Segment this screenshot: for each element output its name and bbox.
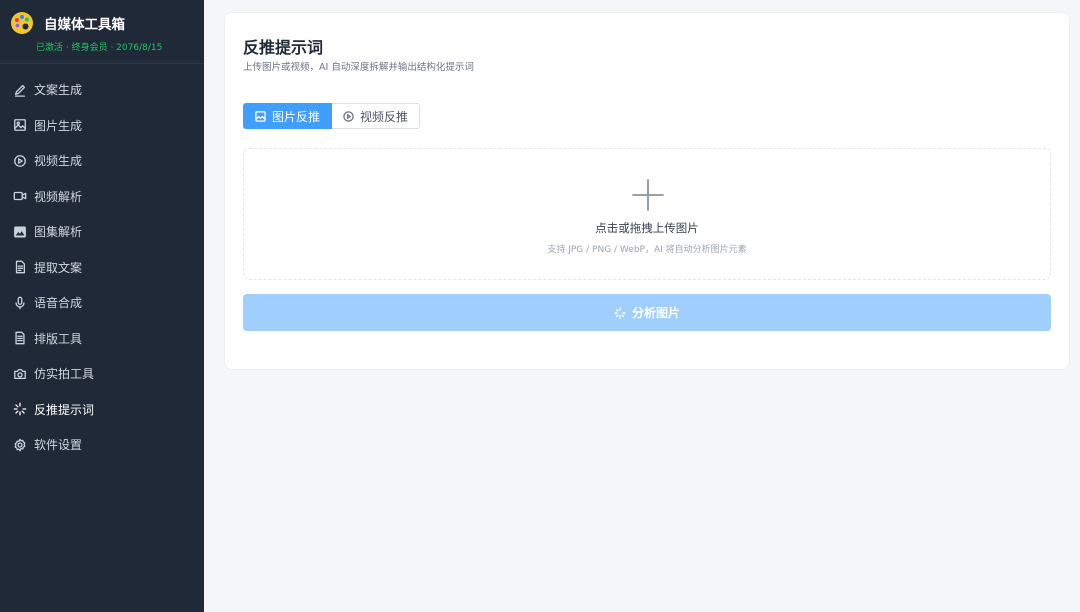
sidebar-item-label: 图片生成 [34,118,83,133]
sidebar-item-label: 视频生成 [34,154,83,169]
app-title: 自媒体工具箱 [44,17,125,33]
sidebar-item-layout-tool[interactable]: 排版工具 [0,321,204,357]
sidebar-item-label: 文案生成 [34,83,83,98]
upload-hint-text: 支持 JPG / PNG / WebP，AI 将自动分析图片元素 [547,245,747,255]
upload-dropzone[interactable]: 点击或拖拽上传图片 支持 JPG / PNG / WebP，AI 将自动分析图片… [243,148,1051,280]
sidebar-item-video-gen[interactable]: 视频生成 [0,143,204,179]
image-icon [13,118,27,132]
microphone-icon [13,296,27,310]
page-title: 反推提示词 [243,38,324,57]
tab-label: 视频反推 [360,109,409,124]
sidebar-item-label: 反推提示词 [34,402,95,417]
brand-header: 自媒体工具箱 已激活 · 终身会员 · 2076/8/15 [0,0,204,64]
sidebar-item-video-parse[interactable]: 视频解析 [0,179,204,215]
document-lines-icon [13,331,27,345]
sidebar-item-settings[interactable]: 软件设置 [0,427,204,463]
main-card: 反推提示词 上传图片或视频，AI 自动深度拆解并输出结构化提示词 图片反推 视频… [224,12,1070,370]
sidebar-nav: 文案生成 图片生成 视频生成 视频解析 图集解析 提取文案 语音合成 排版工具 [0,72,204,463]
sidebar-item-image-gen[interactable]: 图片生成 [0,108,204,144]
tab-video-reverse[interactable]: 视频反推 [332,103,421,129]
sidebar-item-tts[interactable]: 语音合成 [0,285,204,321]
play-circle-icon [13,154,27,168]
sidebar-item-extract-text[interactable]: 提取文案 [0,250,204,286]
analyze-image-button[interactable]: 分析图片 [243,294,1051,331]
camera-icon [13,367,27,381]
video-camera-icon [13,189,27,203]
sidebar-item-label: 提取文案 [34,260,83,275]
sidebar-item-label: 软件设置 [34,438,83,453]
sidebar-item-fake-shot[interactable]: 仿实拍工具 [0,356,204,392]
gear-icon [13,438,27,452]
sidebar-item-gallery-parse[interactable]: 图集解析 [0,214,204,250]
pen-icon [13,83,27,97]
sparkle-icon [13,402,27,416]
tab-image-reverse[interactable]: 图片反推 [243,103,333,129]
image-icon [255,110,266,122]
sidebar-item-label: 排版工具 [34,331,83,346]
sparkle-icon [614,306,626,319]
sidebar-item-label: 视频解析 [34,189,83,204]
analyze-button-label: 分析图片 [631,306,680,320]
palette-icon [11,12,33,34]
plus-icon [632,179,664,211]
mode-tabs: 图片反推 视频反推 [243,103,421,129]
sidebar: 自媒体工具箱 已激活 · 终身会员 · 2076/8/15 文案生成 图片生成 … [0,0,204,612]
picture-icon [13,225,27,239]
tab-label: 图片反推 [272,109,321,124]
sidebar-item-reverse-prompt[interactable]: 反推提示词 [0,392,204,428]
sidebar-item-label: 语音合成 [34,296,83,311]
sidebar-item-copywriting[interactable]: 文案生成 [0,72,204,108]
license-status: 已激活 · 终身会员 · 2076/8/15 [36,43,163,53]
document-icon [13,260,27,274]
sidebar-item-label: 仿实拍工具 [34,367,95,382]
play-circle-icon [343,110,354,122]
page-subtitle: 上传图片或视频，AI 自动深度拆解并输出结构化提示词 [243,62,474,73]
upload-main-text: 点击或拖拽上传图片 [595,221,699,235]
sidebar-item-label: 图集解析 [34,225,83,240]
